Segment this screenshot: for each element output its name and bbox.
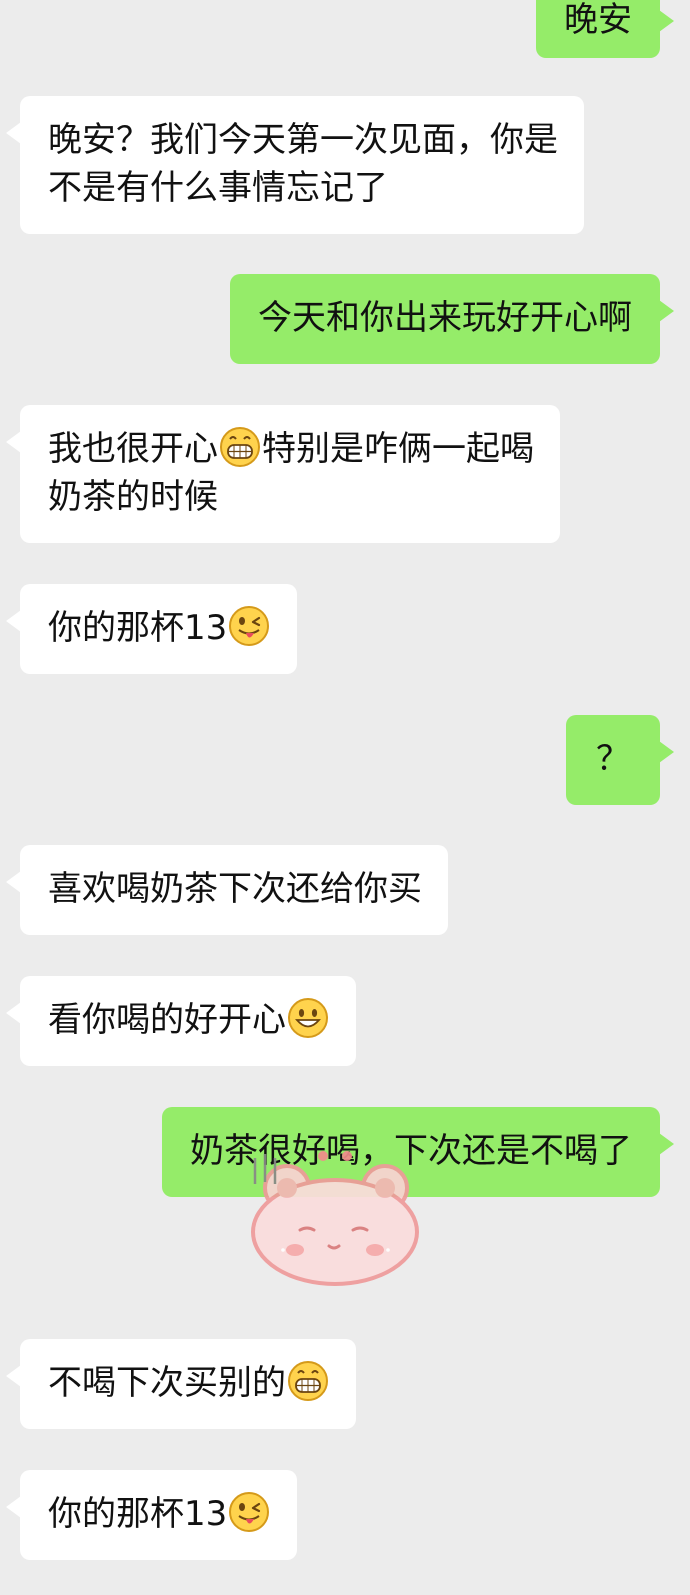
message-text: 特别是咋俩一起喝	[262, 429, 534, 469]
winking-tongue-face-icon	[229, 1492, 270, 1532]
incoming-message-buy-something-else[interactable]: 不喝下次买别的	[6, 1339, 356, 1429]
message-text-line: 奶茶的时候	[48, 477, 218, 517]
winking-tongue-face-icon	[229, 606, 270, 646]
grinning-face-icon	[288, 1361, 328, 1401]
message-text: 今天和你出来玩好开心啊	[258, 298, 632, 338]
message-text: 看你喝的好开心	[48, 1000, 286, 1040]
outgoing-message-question[interactable]: ？	[566, 715, 674, 805]
message-text: 喜欢喝奶茶下次还给你买	[48, 869, 422, 909]
message-text-line: 不是有什么事情忘记了	[48, 168, 388, 208]
incoming-message-first-meeting[interactable]: 晚安？我们今天第一次见面，你是 不是有什么事情忘记了	[6, 96, 584, 234]
incoming-message-your-cup-repeat[interactable]: 你的那杯13	[5, 1470, 298, 1560]
message-text: 你的那杯13	[48, 608, 228, 648]
message-text: 不喝下次买别的	[48, 1363, 286, 1403]
outgoing-message-had-fun[interactable]: 今天和你出来玩好开心啊	[230, 274, 674, 364]
incoming-message-your-cup[interactable]: 你的那杯13	[5, 584, 298, 674]
message-text-line: 晚安？我们今天第一次见面，你是	[48, 120, 558, 160]
incoming-message-milk-tea-together[interactable]: 我也很开心 特别是咋俩一起喝 奶茶的时候	[6, 405, 560, 543]
message-text: ？	[596, 739, 630, 779]
incoming-message-buy-again[interactable]: 喜欢喝奶茶下次还给你买	[6, 845, 448, 935]
smiling-face-icon	[288, 998, 328, 1038]
chat-message-list: 晚安 晚安？我们今天第一次见面，你是 不是有什么事情忘记了 今天和你出来玩好开心…	[0, 0, 690, 1595]
grinning-face-icon	[220, 427, 260, 467]
message-text: 晚安	[564, 0, 632, 40]
outgoing-message-goodnight[interactable]: 晚安	[536, 0, 674, 58]
pink-bear-sticker	[251, 1151, 419, 1286]
message-text: 你的那杯13	[48, 1494, 228, 1534]
message-text: 我也很开心	[48, 429, 218, 469]
incoming-message-happy-drinking[interactable]: 看你喝的好开心	[6, 976, 356, 1066]
